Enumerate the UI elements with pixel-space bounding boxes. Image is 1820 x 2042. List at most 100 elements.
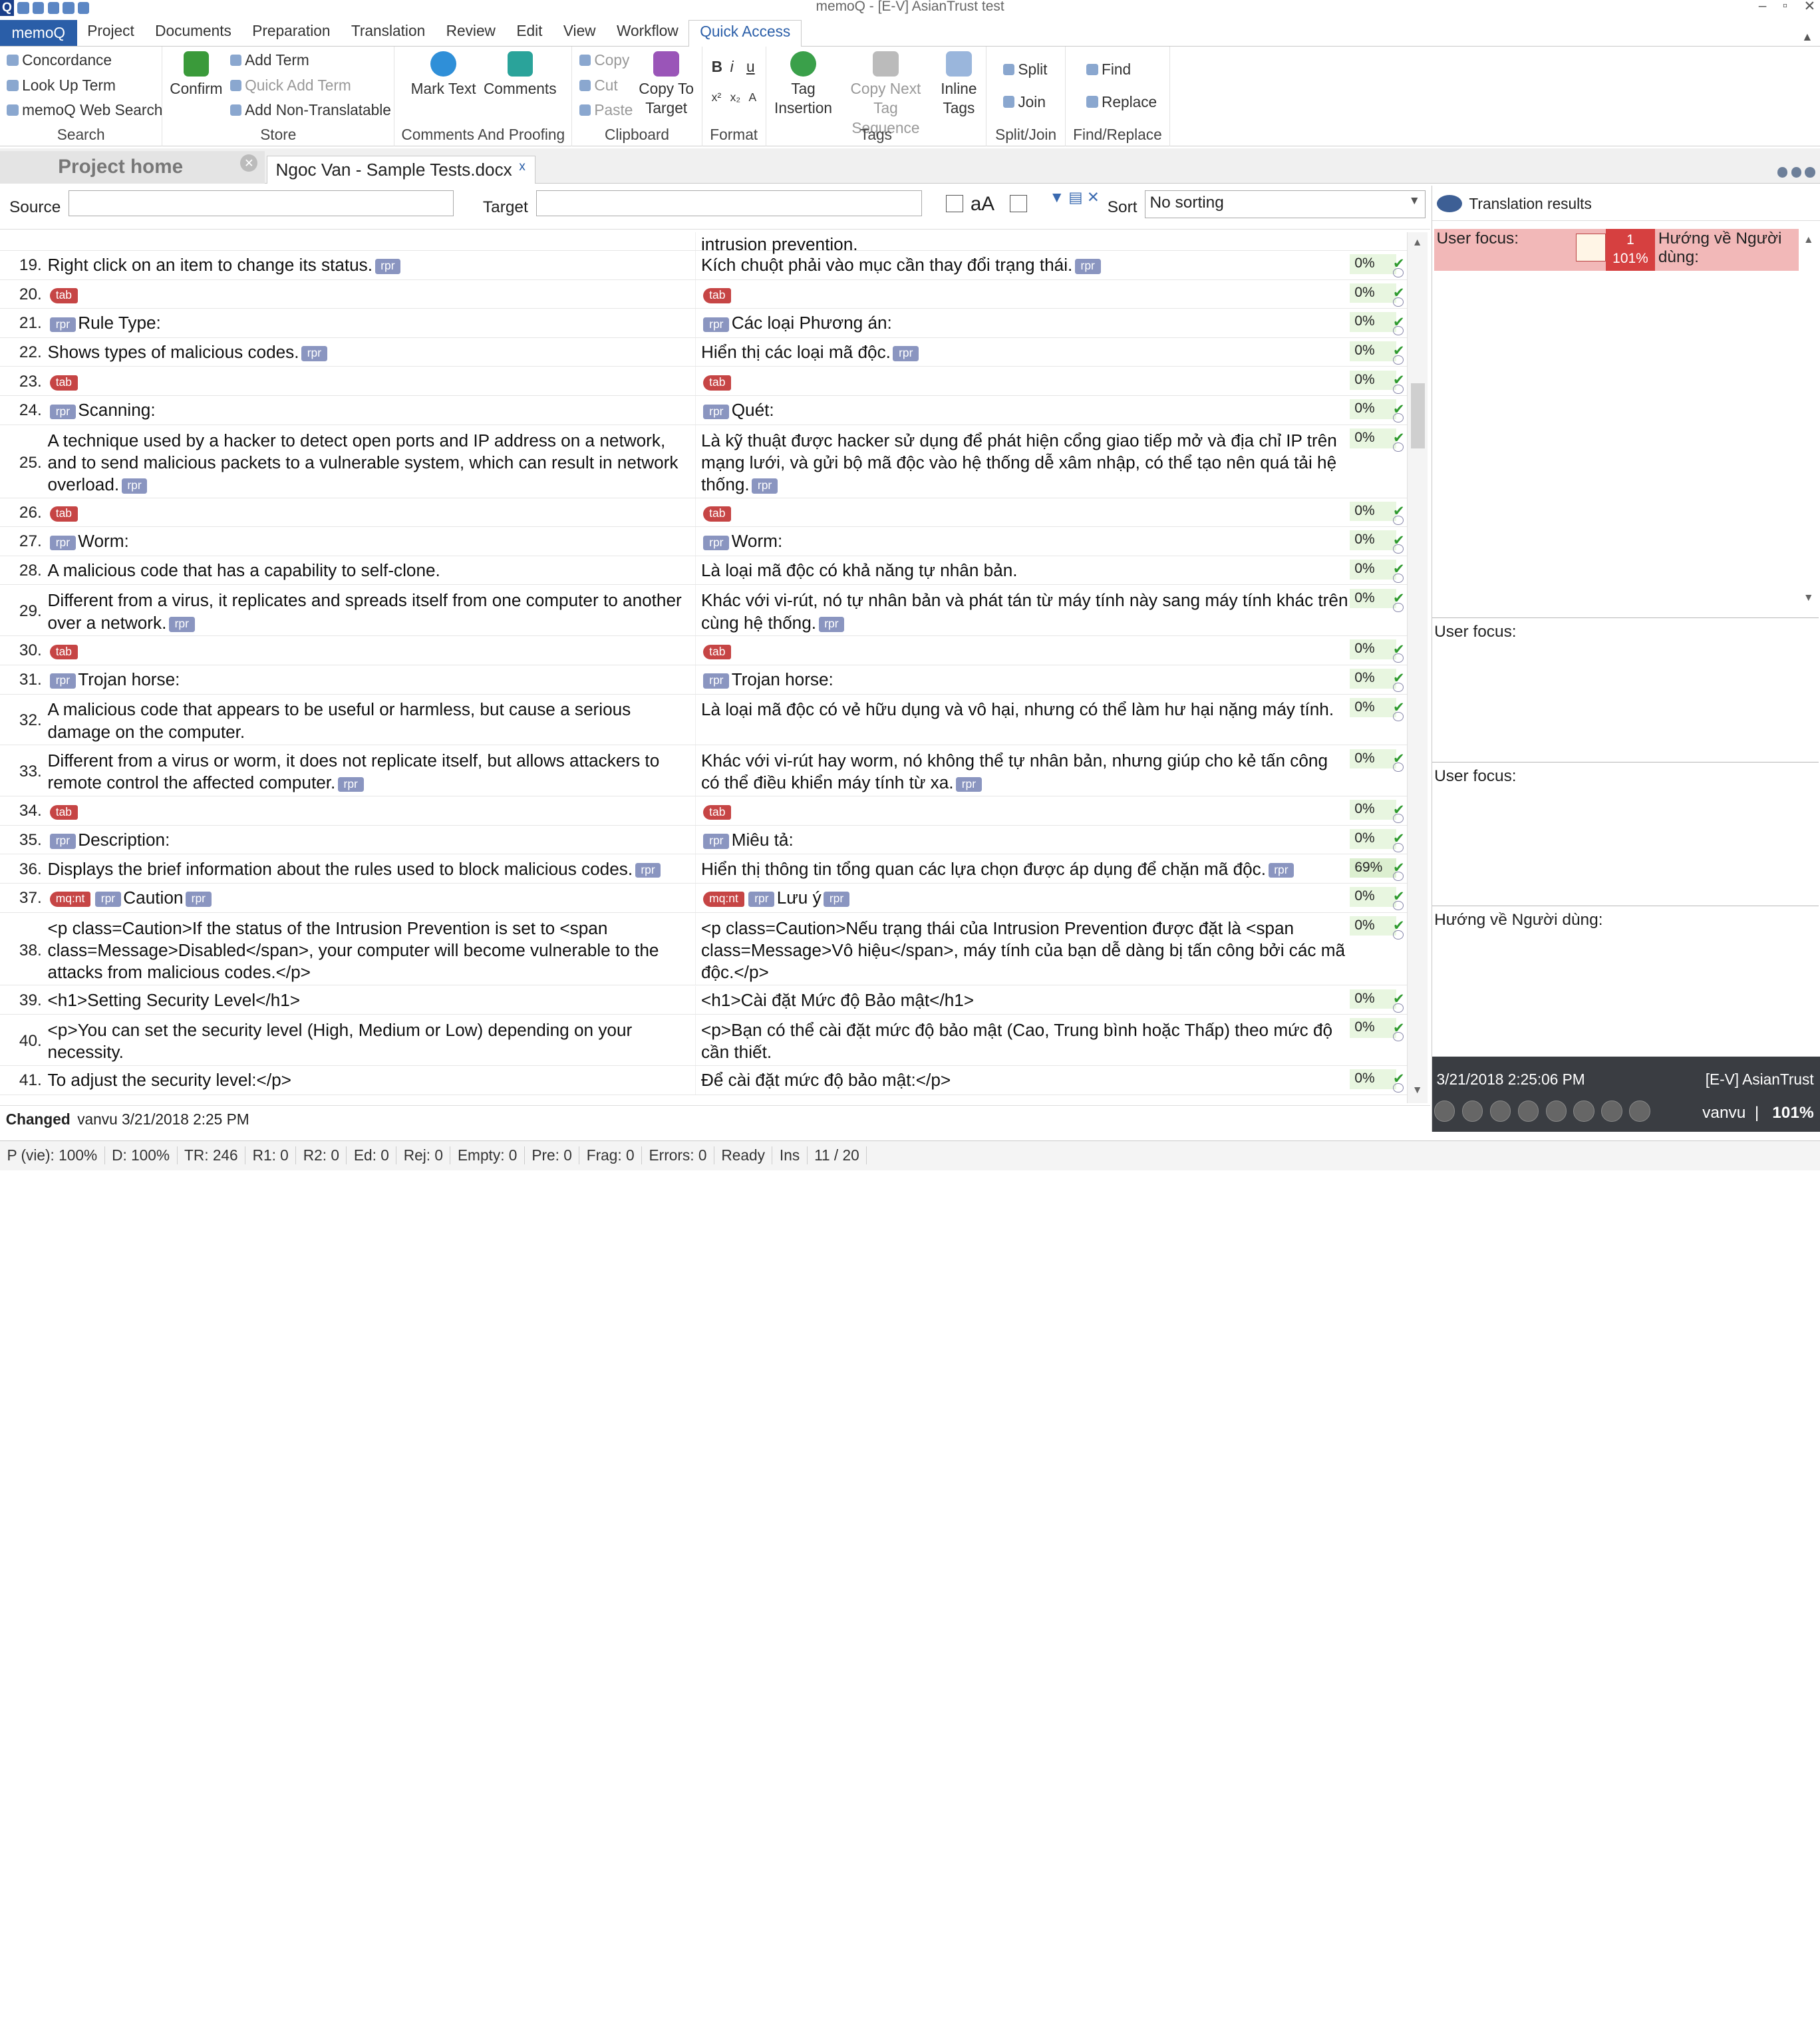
tab-tag[interactable]: tab — [703, 804, 732, 820]
tab-tag[interactable]: tab — [50, 288, 78, 303]
target-cell[interactable]: Khác với vi-rút hay worm, nó không thể t… — [701, 750, 1349, 794]
filter-icon[interactable]: ▼ ▤ ✕ — [1049, 188, 1099, 206]
pane-icon[interactable] — [1805, 167, 1816, 178]
segment-row[interactable]: 34. tab tab 0% ✔ — [0, 796, 1407, 826]
segment-row[interactable]: 28. A malicious code that has a capabilit… — [0, 556, 1407, 586]
rpr-tag[interactable]: rpr — [1074, 259, 1101, 275]
font-icon[interactable]: A — [749, 90, 757, 104]
segment-row[interactable]: 24. rpr Scanning: rpr Quét: 0% ✔ — [0, 396, 1407, 425]
target-cell[interactable]: rpr Quét: — [701, 399, 1349, 421]
join-button[interactable]: Join — [1002, 93, 1046, 111]
scroll-up-icon[interactable]: ▲ — [1412, 237, 1423, 249]
target-cell[interactable]: rpr Worm: — [701, 530, 1349, 552]
add-term-button[interactable]: Add Term — [229, 51, 309, 69]
confirm-button[interactable]: Confirm — [170, 51, 223, 99]
target-cell[interactable]: Để cài đặt mức độ bảo mật:</p> — [701, 1069, 1349, 1091]
comment-icon[interactable] — [1393, 763, 1404, 772]
close-icon[interactable]: ✕ — [1804, 0, 1816, 15]
source-cell[interactable]: A malicious code that has a capability t… — [48, 560, 694, 582]
source-cell[interactable]: mq:nt rpr Caution rpr — [48, 887, 694, 909]
comment-icon[interactable] — [1393, 574, 1404, 583]
comment-icon[interactable] — [1393, 872, 1404, 882]
rpr-tag[interactable]: rpr — [1268, 862, 1294, 878]
segment-row[interactable]: 36. Displays the brief information about … — [0, 854, 1407, 884]
rpr-tag[interactable]: rpr — [301, 346, 327, 361]
comment-icon[interactable] — [1393, 442, 1404, 452]
look-up-term-button[interactable]: Look Up Term — [7, 77, 116, 94]
tab-tag[interactable]: tab — [703, 375, 732, 391]
rpr-tag[interactable]: rpr — [818, 616, 845, 632]
source-cell[interactable]: To adjust the security level:</p> — [48, 1069, 694, 1091]
rpr-tag[interactable]: rpr — [956, 776, 982, 792]
menu-translation[interactable]: Translation — [341, 20, 436, 45]
tab-tag[interactable]: tab — [50, 506, 78, 522]
rpr-tag[interactable]: rpr — [893, 346, 919, 361]
segment-row[interactable]: 33. Different from a virus or worm, it do… — [0, 745, 1407, 797]
segment-row[interactable]: 31. rpr Trojan horse: rpr Trojan horse: 0% ✔ — [0, 665, 1407, 695]
tab-tag[interactable]: tab — [703, 506, 732, 522]
source-cell[interactable]: Different from a virus or worm, it does … — [48, 750, 694, 794]
rpr-tag[interactable]: rpr — [752, 478, 778, 494]
segment-row[interactable]: 32. A malicious code that appears to be u… — [0, 694, 1407, 746]
tab-tag[interactable]: tab — [703, 644, 732, 660]
replace-button[interactable]: Replace — [1086, 93, 1157, 111]
rpr-tag[interactable]: rpr — [95, 892, 121, 908]
results-scroll-down-icon[interactable]: ▼ — [1803, 592, 1814, 604]
segment-row[interactable]: 35. rpr Description: rpr Miêu tả: 0% ✔ — [0, 825, 1407, 855]
comments-button[interactable]: Comments — [483, 51, 557, 99]
source-cell[interactable]: tab — [48, 502, 694, 524]
segment-row[interactable]: 40. <p>You can set the security level (Hi… — [0, 1015, 1407, 1066]
segment-row[interactable]: 41. To adjust the security level:</p> Để c… — [0, 1065, 1407, 1095]
comment-icon[interactable] — [1393, 355, 1404, 365]
regex-checkbox[interactable] — [1010, 195, 1028, 213]
copy-button[interactable]: Copy — [579, 51, 629, 69]
target-cell[interactable]: <h1>Cài đặt Mức độ Bảo mật</h1> — [701, 989, 1349, 1011]
rpr-tag[interactable]: rpr — [185, 892, 212, 908]
source-filter-input[interactable] — [68, 190, 454, 216]
target-cell[interactable]: Là kỹ thuật được hacker sử dụng để phát … — [701, 430, 1349, 496]
inline-tags-button[interactable]: Inline Tags — [935, 51, 982, 118]
target-cell[interactable]: rpr Các loại Phương án: — [701, 312, 1349, 334]
comment-icon[interactable] — [1393, 683, 1404, 692]
close-document-icon[interactable]: x — [519, 160, 526, 174]
scroll-down-icon[interactable]: ▼ — [1412, 1085, 1423, 1097]
segment-row[interactable]: intrusion prevention. — [0, 232, 1407, 254]
source-cell[interactable]: tab — [48, 639, 694, 661]
rpr-tag[interactable]: rpr — [635, 862, 661, 878]
rpr-tag[interactable]: rpr — [337, 776, 364, 792]
target-filter-input[interactable] — [536, 190, 922, 216]
maximize-icon[interactable]: ▫ — [1783, 0, 1787, 15]
target-cell[interactable]: tab — [701, 800, 1349, 822]
rpr-tag[interactable]: rpr — [50, 673, 76, 689]
segment-row[interactable]: 38. <p class=Caution>If the status of the… — [0, 912, 1407, 986]
segment-row[interactable]: 20. tab tab 0% ✔ — [0, 279, 1407, 309]
tool-icon[interactable] — [1545, 1101, 1567, 1122]
tab-tag[interactable]: tab — [50, 375, 78, 391]
segment-row[interactable]: 39. <h1>Setting Security Level</h1> <h1>Cà… — [0, 985, 1407, 1015]
results-scroll-up-icon[interactable]: ▲ — [1803, 234, 1814, 246]
tag-insertion-button[interactable]: Tag Insertion — [771, 51, 836, 118]
tool-icon[interactable] — [1517, 1101, 1539, 1122]
source-cell[interactable]: tab — [48, 283, 694, 305]
source-cell[interactable]: <h1>Setting Security Level</h1> — [48, 989, 694, 1011]
superscript-button[interactable]: x² — [712, 90, 722, 104]
target-cell[interactable]: Khác với vi-rút, nó tự nhân bản và phát … — [701, 590, 1349, 633]
target-cell[interactable]: <p>Bạn có thể cài đặt mức độ bảo mật (Ca… — [701, 1019, 1349, 1063]
target-cell[interactable]: Là loại mã độc có vẻ hữu dụng và vô hại,… — [701, 699, 1349, 721]
source-cell[interactable]: A technique used by a hacker to detect o… — [48, 430, 694, 496]
tab-project-home[interactable]: Project home — [0, 150, 265, 184]
target-cell[interactable]: tab — [701, 639, 1349, 661]
comment-icon[interactable] — [1393, 711, 1404, 721]
comment-icon[interactable] — [1393, 602, 1404, 612]
comment-icon[interactable] — [1393, 930, 1404, 939]
underline-button[interactable]: u — [746, 58, 755, 76]
paste-button[interactable]: Paste — [579, 101, 633, 119]
copy-next-tag-button[interactable]: Copy Next Tag Sequence — [838, 51, 933, 138]
target-cell[interactable]: rpr Trojan horse: — [701, 669, 1349, 691]
comment-icon[interactable] — [1393, 1032, 1404, 1042]
segment-row[interactable]: 25. A technique used by a hacker to detec… — [0, 425, 1407, 498]
target-cell[interactable]: Kích chuột phải vào mục cần thay đổi trạ… — [701, 254, 1349, 276]
source-cell[interactable]: Shows types of malicious codes. rpr — [48, 341, 694, 363]
pane-icon[interactable] — [1777, 167, 1788, 178]
segment-row[interactable]: 26. tab tab 0% ✔ — [0, 498, 1407, 528]
